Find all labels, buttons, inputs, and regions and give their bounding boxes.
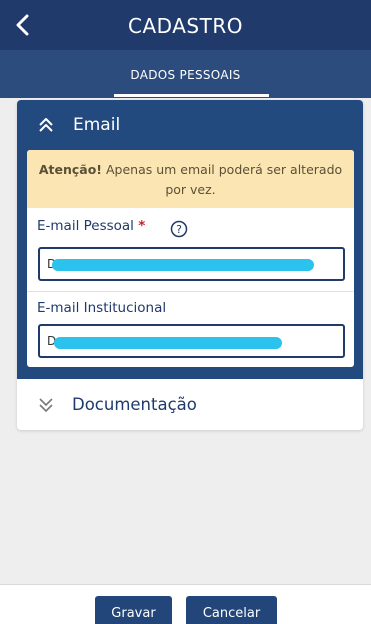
email-section-body: Atenção! Apenas um email poderá ser alte… — [27, 150, 354, 367]
email-section-header[interactable]: Email — [17, 100, 363, 150]
email-section-title: Email — [73, 115, 121, 135]
documentation-section-title: Documentação — [72, 395, 197, 414]
cancel-button[interactable]: Cancelar — [186, 596, 277, 624]
app-header: CADASTRO — [0, 0, 371, 50]
required-marker: * — [138, 218, 146, 234]
save-button[interactable]: Gravar — [95, 596, 172, 624]
redaction-mark — [54, 337, 282, 349]
field-divider — [27, 291, 354, 292]
sub-header: DADOS PESSOAIS — [0, 50, 371, 98]
redaction-mark — [52, 259, 314, 271]
personal-email-label: E-mail Pessoal * — [37, 218, 145, 234]
warning-banner: Atenção! Apenas um email poderá ser alte… — [27, 150, 354, 208]
svg-text:?: ? — [176, 223, 182, 236]
personal-email-input[interactable]: D — [38, 247, 345, 281]
page-title: CADASTRO — [128, 14, 243, 38]
documentation-section-header[interactable]: Documentação — [17, 379, 363, 430]
warning-text: Apenas um email poderá ser alterado por … — [102, 162, 343, 197]
institutional-email-label: E-mail Institucional — [37, 300, 167, 316]
bottom-action-bar: Gravar Cancelar — [0, 584, 371, 624]
institutional-email-input[interactable]: D — [38, 324, 345, 358]
personal-email-label-text: E-mail Pessoal — [37, 218, 134, 234]
tab-dados-pessoais[interactable]: DADOS PESSOAIS — [0, 68, 371, 82]
help-circle-icon[interactable]: ? — [170, 220, 188, 238]
email-section: Email Atenção! Apenas um email poderá se… — [17, 100, 363, 379]
double-chevron-up-icon — [39, 118, 53, 132]
form-card: Email Atenção! Apenas um email poderá se… — [17, 100, 363, 430]
active-tab-indicator — [114, 94, 269, 97]
warning-strong: Atenção! — [38, 162, 103, 177]
double-chevron-down-icon — [39, 397, 53, 412]
